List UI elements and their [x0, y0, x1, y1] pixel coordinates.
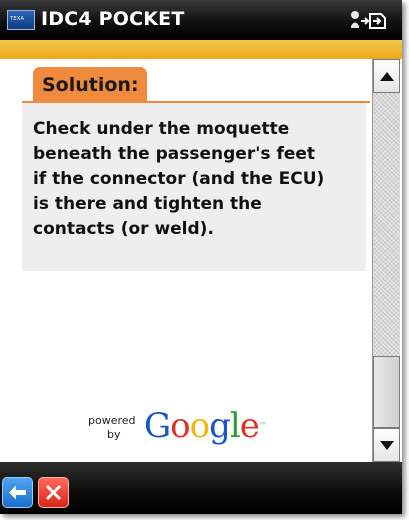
- back-button[interactable]: [2, 477, 33, 508]
- title-bar: TEXA IDC4 POCKET: [0, 0, 402, 40]
- bottom-toolbar: [0, 462, 402, 514]
- scroll-thumb[interactable]: [373, 356, 400, 428]
- close-button[interactable]: [38, 477, 69, 508]
- app-window: TEXA IDC4 POCKET Solution: Check under t…: [0, 0, 402, 514]
- scroll-up-button[interactable]: [373, 59, 400, 93]
- content-area: Solution: Check under the moquette benea…: [0, 59, 372, 460]
- app-title: IDC4 POCKET: [41, 8, 185, 30]
- arrow-up-icon: [380, 72, 394, 81]
- sync-connection-icon[interactable]: [348, 8, 388, 36]
- vertical-scrollbar[interactable]: [372, 59, 400, 462]
- close-x-icon: [46, 485, 61, 500]
- google-logo: Google™: [144, 406, 267, 446]
- solution-tab: Solution:: [33, 67, 147, 102]
- powered-by-google: powered by Google™: [88, 404, 288, 454]
- solution-text: Check under the moquette beneath the pas…: [33, 119, 325, 239]
- section-label: Solution:: [42, 74, 139, 96]
- scroll-down-button[interactable]: [373, 428, 400, 462]
- accent-bar: [0, 40, 402, 59]
- by-label: by: [107, 428, 121, 441]
- arrow-down-icon: [380, 441, 394, 450]
- app-logo-icon: TEXA: [7, 10, 35, 30]
- app-logo-text: TEXA: [10, 16, 25, 22]
- scroll-track[interactable]: [373, 93, 400, 356]
- back-arrow-icon: [9, 485, 26, 500]
- powered-label: powered: [88, 414, 136, 427]
- solution-box: Check under the moquette beneath the pas…: [22, 103, 366, 271]
